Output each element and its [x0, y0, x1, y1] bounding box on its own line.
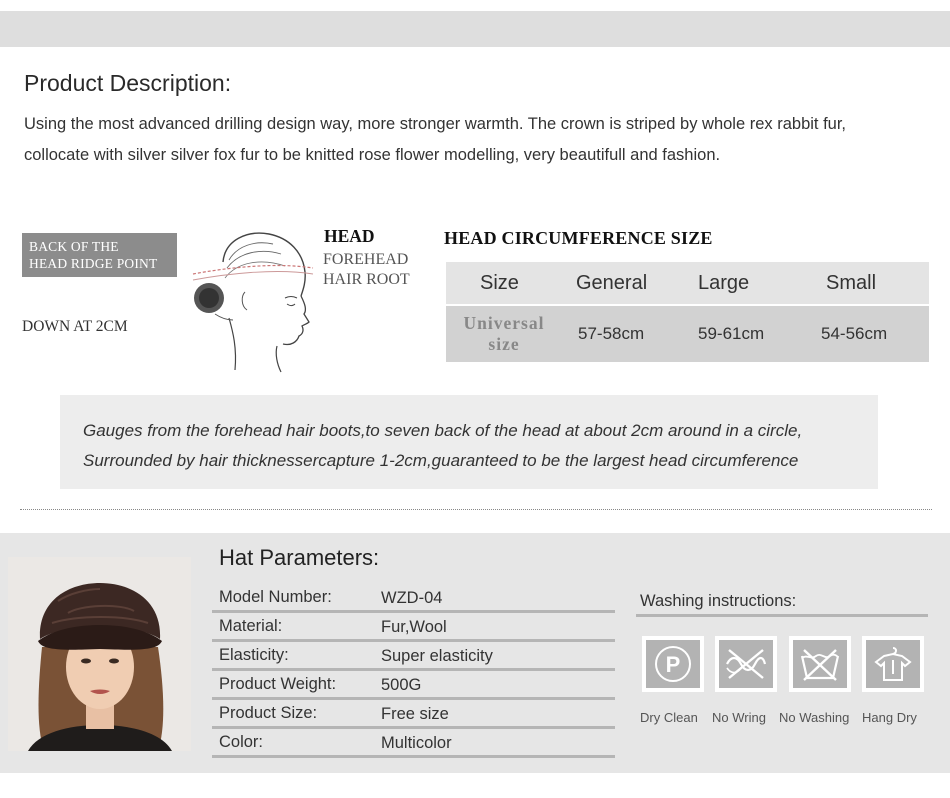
param-key: Product Weight:	[219, 675, 337, 693]
description-title: Product Description:	[24, 70, 232, 96]
hat-parameters-title: Hat Parameters:	[219, 545, 380, 570]
gauge-line-2: Surrounded by hair thicknessercapture 1-…	[83, 451, 799, 470]
param-row-product-size: Product Size: Free size	[212, 700, 615, 729]
description-line-2: collocate with silver silver fox fur to …	[24, 146, 721, 164]
no-wring-icon	[715, 636, 777, 692]
no-washing-glyph	[800, 649, 840, 681]
hat-parameters-table: Model Number: WZD-04 Material: Fur,Wool …	[212, 584, 615, 758]
model-photo	[8, 557, 191, 751]
section-divider	[20, 509, 932, 510]
size-chart-title: HEAD CIRCUMFERENCE SIZE	[444, 228, 713, 248]
universal-line-1: Universal	[463, 313, 545, 333]
washing-instructions-title: Washing instructions:	[640, 592, 797, 610]
size-value-general: 57-58cm	[578, 324, 645, 343]
hang-dry-label: Hang Dry	[862, 710, 917, 725]
size-header-general: General	[576, 271, 648, 294]
back-of-head-label: BACK OF THE HEAD RIDGE POINT	[22, 233, 177, 277]
forehead-line-2: HAIR ROOT	[323, 271, 410, 288]
model-wearing-hat-icon	[8, 557, 191, 751]
size-value-small: 54-56cm	[821, 324, 888, 343]
size-header-size: Size	[480, 271, 519, 294]
hang-dry-icon	[862, 636, 924, 692]
param-value: Multicolor	[381, 734, 452, 752]
size-chart-table: Size General Large Small Universal size …	[446, 262, 929, 362]
hang-dry-glyph	[874, 647, 912, 681]
gauge-note-text: Gauges from the forehead hair boots,to s…	[83, 416, 802, 476]
size-value-large: 59-61cm	[698, 324, 765, 343]
forehead-line-1: FOREHEAD	[323, 251, 409, 268]
param-key: Elasticity:	[219, 646, 289, 664]
param-row-material: Material: Fur,Wool	[212, 613, 615, 642]
size-header-large: Large	[698, 271, 750, 294]
param-key: Product Size:	[219, 704, 318, 722]
size-header-small: Small	[826, 271, 877, 294]
back-label-line-2: HEAD RIDGE POINT	[29, 256, 158, 271]
dry-clean-label: Dry Clean	[640, 710, 698, 725]
param-row-product-weight: Product Weight: 500G	[212, 671, 615, 700]
dry-clean-letter: P	[666, 652, 681, 677]
back-label-line-1: BACK OF THE	[29, 239, 119, 254]
head-measurement-illustration-icon	[185, 222, 320, 374]
no-wring-glyph	[726, 649, 767, 679]
param-key: Material:	[219, 617, 283, 635]
head-label: HEAD	[324, 226, 375, 246]
param-key: Model Number:	[219, 588, 332, 606]
size-chart-header-row: Size General Large Small	[446, 262, 929, 304]
param-row-model-number: Model Number: WZD-04	[212, 584, 615, 613]
dry-clean-icon: P	[642, 636, 704, 692]
dry-clean-glyph: P	[655, 646, 691, 682]
param-value: Fur,Wool	[381, 618, 447, 636]
size-chart-value-row: Universal size 57-58cm 59-61cm 54-56cm	[446, 306, 929, 362]
universal-line-2: size	[488, 334, 520, 354]
param-value: WZD-04	[381, 589, 443, 607]
param-row-color: Color: Multicolor	[212, 729, 615, 758]
description-text: Using the most advanced drilling design …	[24, 109, 934, 171]
param-value: Free size	[381, 705, 449, 723]
description-line-1: Using the most advanced drilling design …	[24, 115, 847, 133]
gauge-line-1: Gauges from the forehead hair boots,to s…	[83, 421, 803, 440]
forehead-hair-root-label: FOREHEAD HAIR ROOT	[323, 250, 410, 290]
down-at-2cm-label: DOWN AT 2CM	[22, 318, 128, 335]
universal-size-label: Universal size	[446, 313, 562, 355]
top-banner-bar	[0, 11, 950, 47]
param-value: 500G	[381, 676, 422, 694]
no-wring-label: No Wring	[712, 710, 766, 725]
param-value: Super elasticity	[381, 647, 493, 665]
washing-divider	[636, 614, 928, 617]
no-washing-label: No Washing	[779, 710, 850, 725]
param-row-elasticity: Elasticity: Super elasticity	[212, 642, 615, 671]
param-key: Color:	[219, 733, 264, 751]
no-washing-icon	[789, 636, 851, 692]
